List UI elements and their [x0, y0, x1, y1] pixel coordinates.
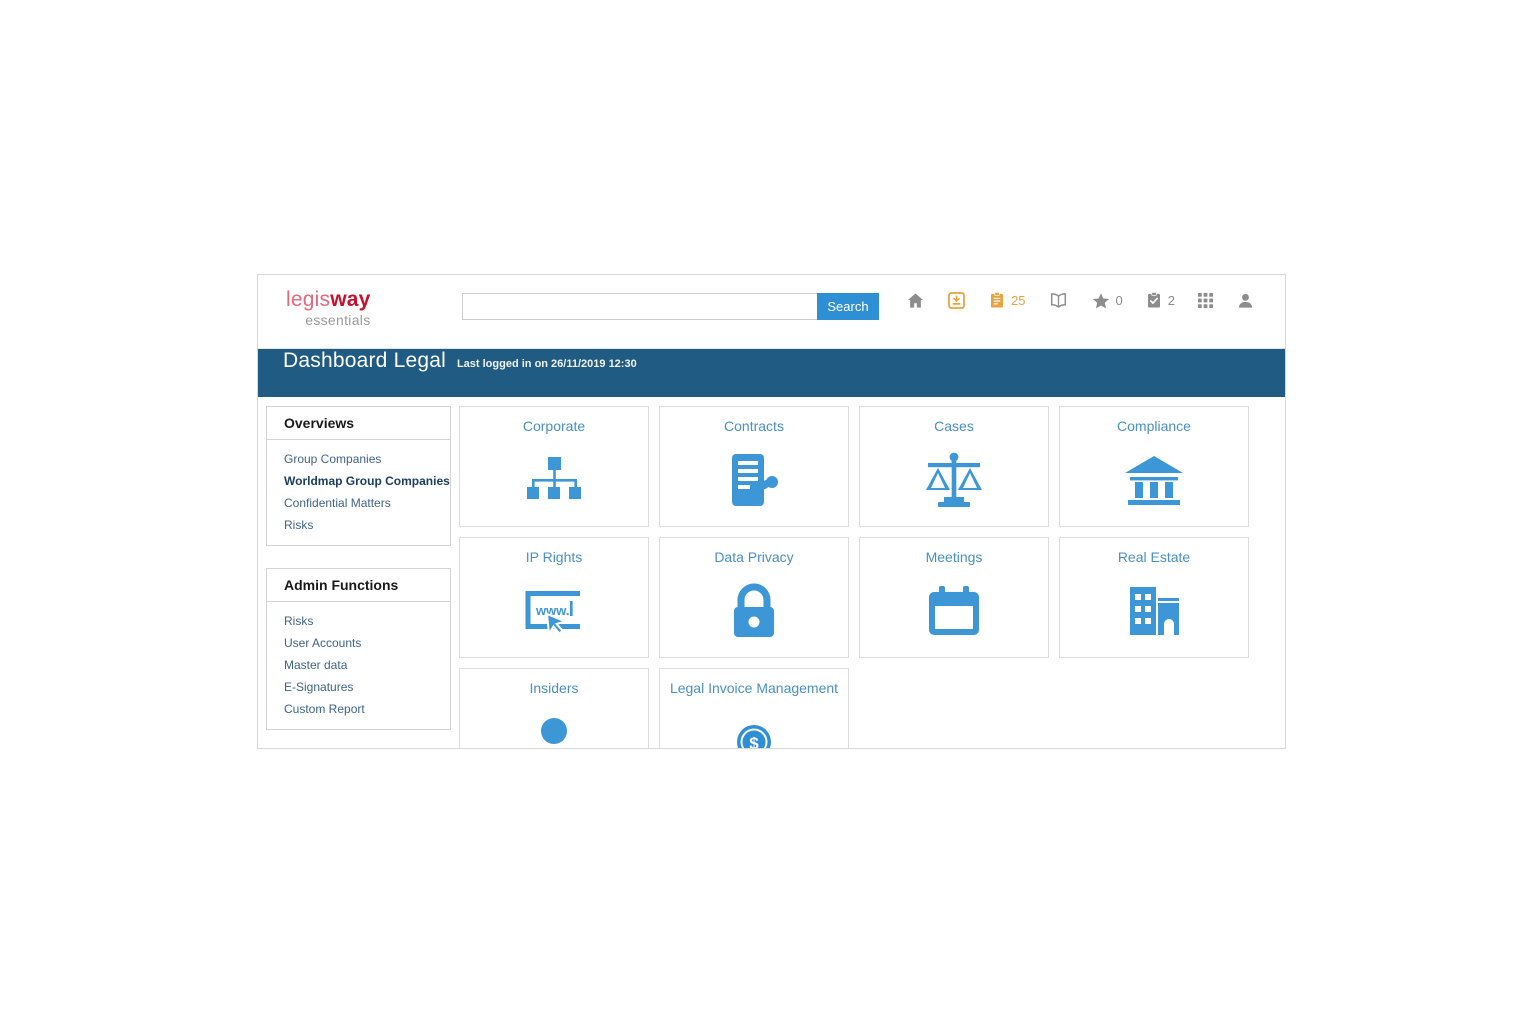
- panel-overviews-title: Overviews: [267, 407, 450, 440]
- tile-compliance[interactable]: Compliance: [1059, 406, 1249, 527]
- star-count: 0: [1116, 293, 1123, 308]
- last-login-text: Last logged in on 26/11/2019 12:30: [457, 358, 637, 370]
- tile-corporate-label: Corporate: [519, 418, 589, 434]
- tile-contracts[interactable]: Contracts: [659, 406, 849, 527]
- sidebar-item-risks[interactable]: Risks: [267, 514, 450, 536]
- module-tile-grid: Corporate: [459, 406, 1277, 749]
- grid-apps-icon-cell[interactable]: [1186, 292, 1225, 309]
- panel-overviews: Overviews Group Companies Worldmap Group…: [266, 406, 451, 546]
- home-icon: [906, 291, 925, 310]
- tile-contracts-label: Contracts: [720, 418, 788, 434]
- tile-cases[interactable]: Cases: [859, 406, 1049, 527]
- sidebar-item-confidential-matters[interactable]: Confidential Matters: [267, 492, 450, 514]
- search-button[interactable]: Search: [817, 293, 879, 320]
- book-icon: [1048, 291, 1069, 310]
- sidebar-item-e-signatures[interactable]: E-Signatures: [267, 676, 450, 698]
- person-icon: [530, 716, 578, 749]
- panel-admin-functions-title: Admin Functions: [267, 569, 450, 602]
- home-icon-cell[interactable]: [895, 291, 936, 310]
- tile-real-estate-icon-wrap: [1060, 565, 1248, 657]
- tile-legal-invoice-management-label: Legal Invoice Management: [666, 680, 842, 696]
- logo-text-legis: legis: [286, 288, 330, 311]
- task-check-icon-cell[interactable]: 2: [1134, 291, 1186, 310]
- contract-pen-icon: [727, 451, 782, 509]
- application-window: legisway essentials Search: [257, 274, 1286, 749]
- inbox-download-icon: [947, 291, 966, 310]
- tile-data-privacy[interactable]: Data Privacy: [659, 537, 849, 658]
- logo-subtitle: essentials: [286, 313, 371, 327]
- grid-apps-icon: [1197, 292, 1214, 309]
- clipboard-icon-cell[interactable]: 25: [977, 291, 1036, 310]
- tile-meetings[interactable]: Meetings: [859, 537, 1049, 658]
- tile-data-privacy-icon-wrap: [660, 565, 848, 657]
- browser-www-icon: www.: [523, 586, 585, 636]
- task-count: 2: [1168, 293, 1175, 308]
- star-icon-cell[interactable]: 0: [1080, 291, 1134, 310]
- tile-contracts-icon-wrap: [660, 434, 848, 526]
- bank-building-icon: [1123, 454, 1185, 506]
- page-title: Dashboard Legal: [283, 349, 446, 373]
- tile-corporate[interactable]: Corporate: [459, 406, 649, 527]
- tile-data-privacy-label: Data Privacy: [710, 549, 797, 565]
- sidebar-item-worldmap-group-companies[interactable]: Worldmap Group Companies: [267, 470, 450, 492]
- logo-text-way: way: [330, 288, 370, 311]
- dollar-circle-icon: $: [734, 722, 774, 749]
- top-bar: legisway essentials Search: [258, 275, 1285, 349]
- tile-compliance-label: Compliance: [1113, 418, 1195, 434]
- sidebar-item-master-data[interactable]: Master data: [267, 654, 450, 676]
- task-check-icon: [1145, 291, 1163, 310]
- org-chart-icon: [525, 455, 583, 505]
- sidebar-item-admin-risks[interactable]: Risks: [267, 610, 450, 632]
- sidebar-item-custom-report[interactable]: Custom Report: [267, 698, 450, 720]
- panel-admin-functions: Admin Functions Risks User Accounts Mast…: [266, 568, 451, 730]
- clipboard-count: 25: [1011, 293, 1025, 308]
- search-input[interactable]: [462, 293, 817, 320]
- calendar-icon: [926, 585, 982, 637]
- buildings-icon: [1127, 585, 1181, 637]
- clipboard-icon: [988, 291, 1006, 310]
- page-header: Dashboard Legal Last logged in on 26/11/…: [258, 349, 1285, 397]
- tile-meetings-label: Meetings: [922, 549, 987, 565]
- book-icon-cell[interactable]: [1037, 291, 1080, 310]
- user-account-icon: [1236, 291, 1255, 310]
- tile-meetings-icon-wrap: [860, 565, 1048, 657]
- padlock-icon: [730, 583, 778, 639]
- tile-legal-invoice-management-icon-wrap: $: [660, 696, 848, 749]
- tile-cases-label: Cases: [930, 418, 978, 434]
- tile-insiders[interactable]: Insiders: [459, 668, 649, 749]
- app-logo[interactable]: legisway essentials: [286, 289, 371, 327]
- tile-real-estate-label: Real Estate: [1114, 549, 1194, 565]
- tile-compliance-icon-wrap: [1060, 434, 1248, 526]
- scales-justice-icon: [923, 452, 985, 508]
- search-bar: Search: [462, 293, 879, 320]
- toolbar-icons: 25 0 2: [895, 291, 1266, 310]
- tile-insiders-icon-wrap: [460, 696, 648, 749]
- content-area: Overviews Group Companies Worldmap Group…: [258, 397, 1285, 749]
- user-account-icon-cell[interactable]: [1225, 291, 1266, 310]
- sidebar-item-user-accounts[interactable]: User Accounts: [267, 632, 450, 654]
- sidebar: Overviews Group Companies Worldmap Group…: [266, 406, 451, 749]
- panel-overviews-body: Group Companies Worldmap Group Companies…: [267, 440, 450, 545]
- tile-legal-invoice-management[interactable]: Legal Invoice Management $: [659, 668, 849, 749]
- tile-cases-icon-wrap: [860, 434, 1048, 526]
- sidebar-item-group-companies[interactable]: Group Companies: [267, 448, 450, 470]
- inbox-download-icon-cell[interactable]: [936, 291, 977, 310]
- tile-insiders-label: Insiders: [525, 680, 582, 696]
- tile-ip-rights-label: IP Rights: [522, 549, 587, 565]
- panel-admin-functions-body: Risks User Accounts Master data E-Signat…: [267, 602, 450, 729]
- logo-wordmark: legisway: [286, 289, 371, 310]
- tile-corporate-icon-wrap: [460, 434, 648, 526]
- star-icon: [1091, 291, 1111, 310]
- tile-ip-rights[interactable]: IP Rights www.: [459, 537, 649, 658]
- tile-real-estate[interactable]: Real Estate: [1059, 537, 1249, 658]
- svg-text:$: $: [749, 734, 759, 749]
- tile-ip-rights-icon-wrap: www.: [460, 565, 648, 657]
